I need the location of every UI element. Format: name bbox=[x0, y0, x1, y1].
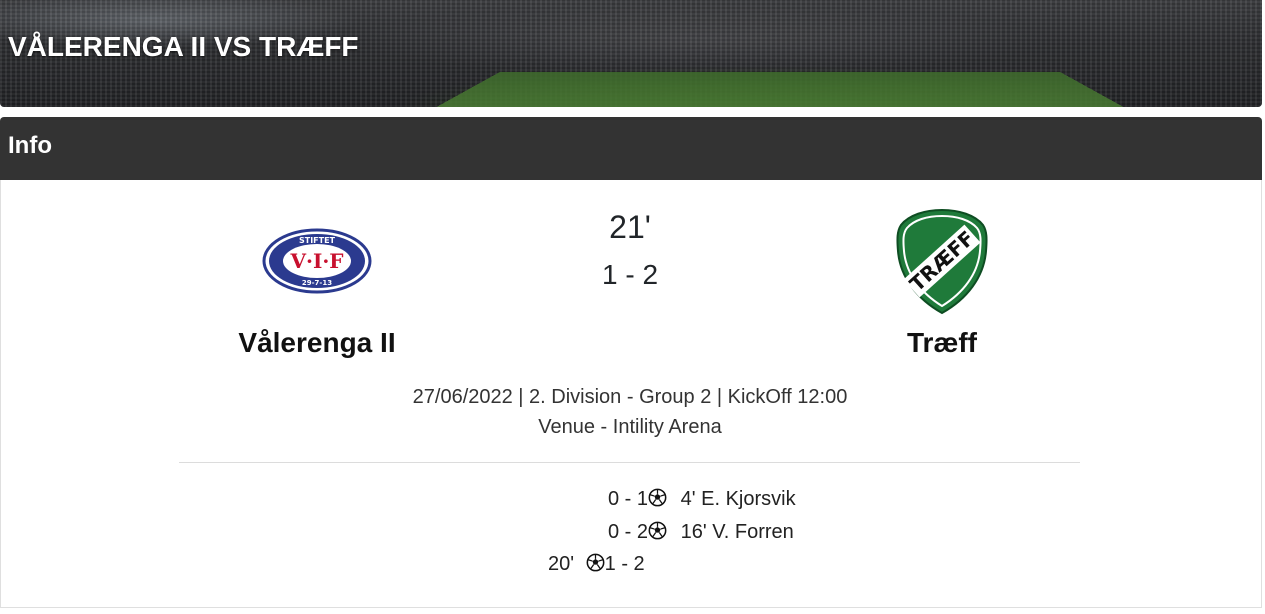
traeff-crest-icon: TRÆFF bbox=[896, 208, 988, 315]
event-minute: 16' bbox=[680, 521, 707, 543]
event-score: 0 - 1 bbox=[608, 488, 649, 510]
valerenga-crest-icon: STIFTET V·I·F 29-7-13 bbox=[262, 228, 372, 294]
soccer-ball-icon bbox=[648, 521, 667, 540]
home-team-name[interactable]: Vålerenga II bbox=[197, 327, 437, 359]
crest-bottom-text: 29-7-13 bbox=[302, 279, 332, 287]
goal-event: 0 - 2 16' V. Forren bbox=[608, 521, 794, 544]
event-minute: 20' bbox=[548, 553, 575, 575]
event-player: V. Forren bbox=[712, 521, 794, 543]
divider bbox=[179, 462, 1080, 463]
event-score: 0 - 2 bbox=[608, 521, 649, 543]
away-team-name[interactable]: Træff bbox=[842, 327, 1042, 359]
crest-letters: V·I·F bbox=[290, 249, 344, 273]
soccer-ball-icon bbox=[648, 488, 667, 507]
match-venue: Venue - Intility Arena bbox=[538, 416, 722, 438]
match-minute: 21' bbox=[609, 209, 651, 245]
info-title: Info bbox=[8, 132, 52, 159]
crest-top-text: STIFTET bbox=[299, 236, 336, 245]
goal-event: 0 - 1 4' E. Kjorsvik bbox=[608, 488, 796, 511]
match-meta: 27/06/2022 | 2. Division - Group 2 | Kic… bbox=[412, 386, 848, 408]
event-score: 1 - 2 bbox=[604, 553, 645, 575]
soccer-ball-icon bbox=[586, 553, 605, 572]
pitch-image bbox=[432, 71, 1128, 107]
header-banner: VÅLERENGA II VS TRÆFF bbox=[0, 0, 1262, 107]
info-section-header: Info bbox=[0, 117, 1262, 180]
goal-event: 20' 1 - 2 bbox=[548, 553, 645, 576]
event-player: E. Kjorsvik bbox=[701, 488, 796, 510]
page-title: VÅLERENGA II VS TRÆFF bbox=[8, 31, 359, 62]
event-minute: 4' bbox=[680, 488, 696, 510]
match-score: 1 - 2 bbox=[601, 259, 659, 290]
